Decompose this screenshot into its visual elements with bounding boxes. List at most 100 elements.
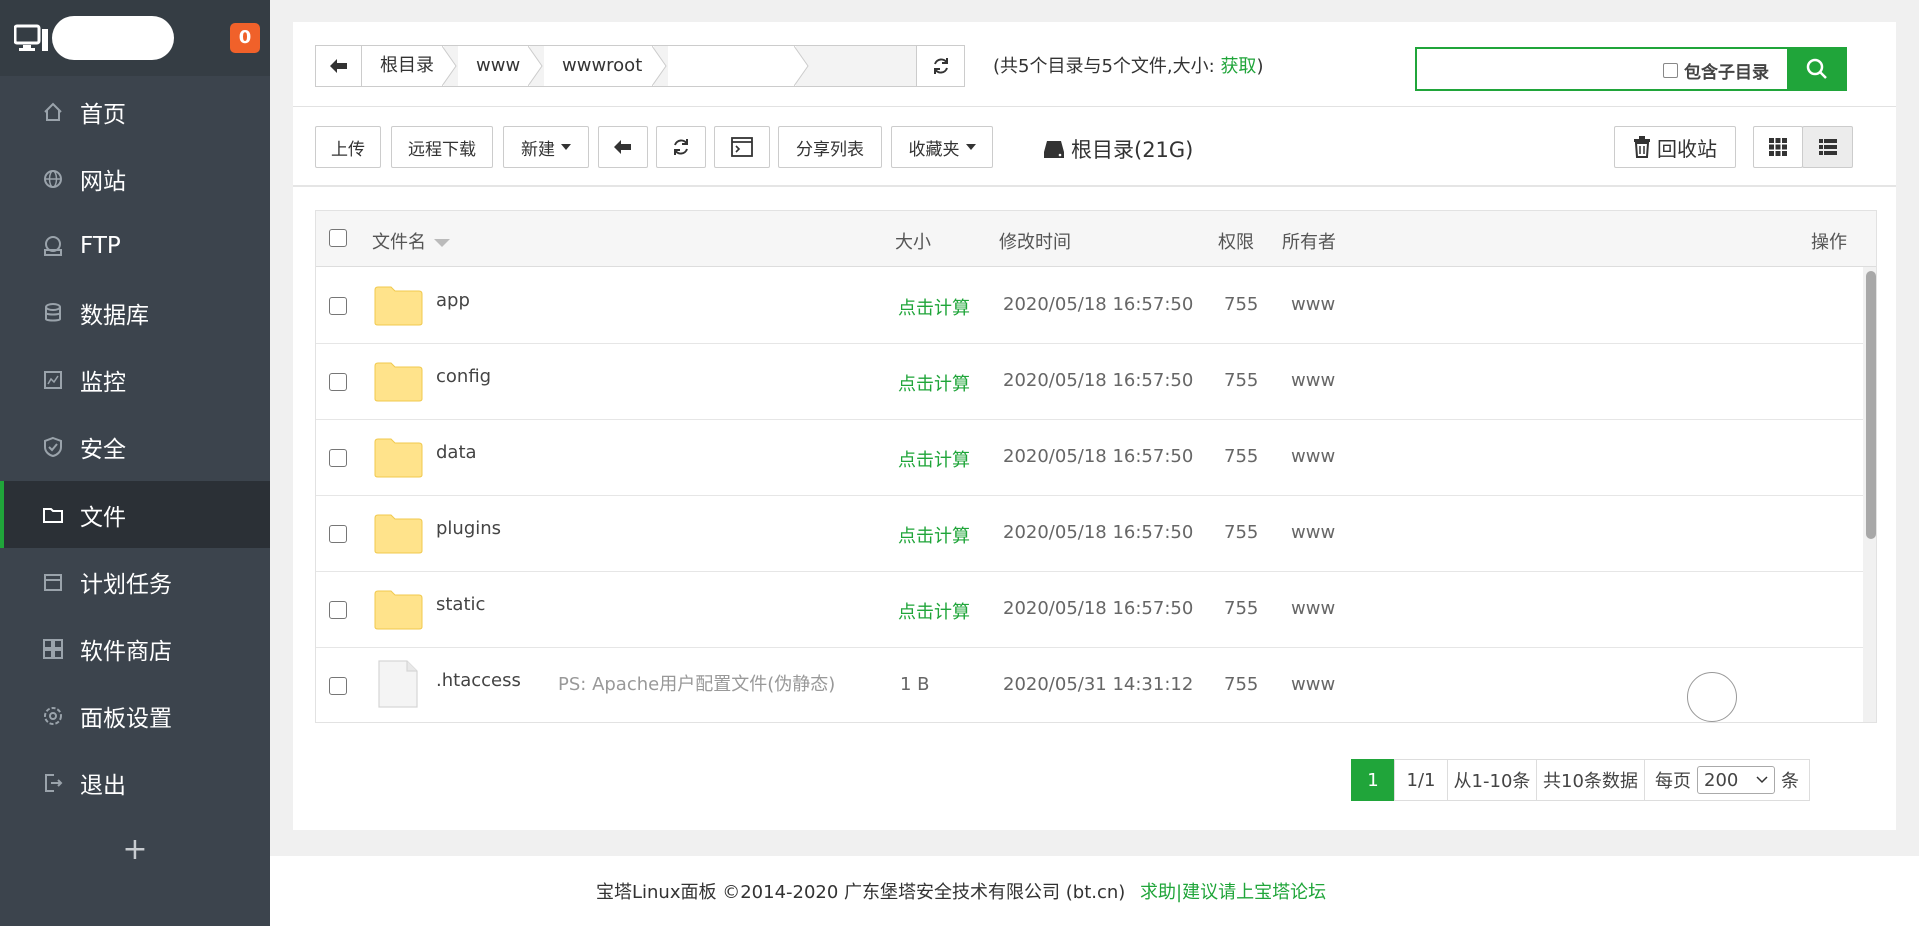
apps-icon <box>38 638 68 660</box>
sidebar-item-settings[interactable]: 面板设置 <box>0 682 270 749</box>
table-row[interactable]: static 点击计算 2020/05/18 16:57:50 755 www <box>316 572 1863 648</box>
include-subdir-checkbox[interactable] <box>1663 63 1678 78</box>
column-header-name[interactable]: 文件名 <box>372 228 450 254</box>
row-checkbox[interactable] <box>329 677 347 695</box>
page-total: 共10条数据 <box>1536 759 1645 801</box>
sidebar-item-website[interactable]: 网站 <box>0 145 270 212</box>
file-name[interactable]: plugins <box>436 518 501 539</box>
terminal-button[interactable] <box>714 126 770 168</box>
disk-selector[interactable]: 根目录(21G) <box>1043 134 1193 164</box>
notification-badge[interactable]: 0 <box>230 23 260 53</box>
folder-icon <box>374 286 423 326</box>
row-checkbox[interactable] <box>329 373 347 391</box>
row-checkbox[interactable] <box>329 525 347 543</box>
table-row[interactable]: config 点击计算 2020/05/18 16:57:50 755 www <box>316 344 1863 420</box>
path-refresh-button[interactable] <box>916 46 964 86</box>
sidebar-item-label: 数据库 <box>80 302 149 329</box>
select-all-checkbox[interactable] <box>329 229 347 247</box>
breadcrumb-item-wwwroot[interactable]: wwwroot <box>544 46 654 86</box>
file-mtime: 2020/05/18 16:57:50 <box>1003 522 1194 543</box>
column-header-size[interactable]: 大小 <box>895 228 931 254</box>
toolbar-back-button[interactable] <box>598 126 648 168</box>
row-checkbox[interactable] <box>329 297 347 315</box>
file-perm[interactable]: 755 <box>1224 294 1258 315</box>
list-view-button[interactable] <box>1802 126 1853 168</box>
file-owner[interactable]: www <box>1291 294 1335 315</box>
sidebar-item-monitor[interactable]: 监控 <box>0 346 270 413</box>
forum-help-link[interactable]: 求助|建议请上宝塔论坛 <box>1140 878 1326 904</box>
calc-size-link[interactable]: 点击计算 <box>898 370 970 396</box>
recycle-bin-button[interactable]: 回收站 <box>1614 126 1736 168</box>
file-perm[interactable]: 755 <box>1224 674 1258 695</box>
table-row[interactable]: app 点击计算 2020/05/18 16:57:50 755 www <box>316 268 1863 344</box>
file-owner[interactable]: www <box>1291 598 1335 619</box>
file-name[interactable]: config <box>436 366 491 387</box>
fetch-size-link[interactable]: 获取 <box>1220 56 1256 77</box>
file-perm[interactable]: 755 <box>1224 370 1258 391</box>
column-header-mtime[interactable]: 修改时间 <box>999 228 1071 254</box>
file-owner[interactable]: www <box>1291 446 1335 467</box>
file-owner[interactable]: www <box>1291 370 1335 391</box>
share-list-button[interactable]: 分享列表 <box>778 126 882 168</box>
new-button[interactable]: 新建 <box>503 126 589 168</box>
sidebar-item-security[interactable]: 安全 <box>0 413 270 480</box>
per-page-select[interactable]: 200 <box>1697 766 1775 794</box>
page-current[interactable]: 1 <box>1351 759 1395 801</box>
shield-icon <box>38 436 68 458</box>
calc-size-link[interactable]: 点击计算 <box>898 522 970 548</box>
sidebar-item-label: 安全 <box>80 436 126 463</box>
favorites-button[interactable]: 收藏夹 <box>891 126 993 168</box>
breadcrumb-item-root[interactable]: 根目录 <box>362 46 444 86</box>
grid-view-button[interactable] <box>1753 126 1803 168</box>
upload-button[interactable]: 上传 <box>315 126 381 168</box>
grid-icon <box>1769 138 1787 156</box>
scrollbar-thumb[interactable] <box>1866 271 1876 539</box>
calc-size-link[interactable]: 点击计算 <box>898 294 970 320</box>
folder-icon <box>38 504 68 526</box>
sidebar-item-home[interactable]: 首页 <box>0 78 270 145</box>
file-perm[interactable]: 755 <box>1224 446 1258 467</box>
table-scrollbar[interactable] <box>1863 267 1876 722</box>
file-name[interactable]: data <box>436 442 477 463</box>
breadcrumb-item-www[interactable]: www <box>458 46 530 86</box>
globe-icon <box>38 168 68 190</box>
gear-icon <box>38 705 68 727</box>
sidebar-item-store[interactable]: 软件商店 <box>0 615 270 682</box>
list-icon <box>1818 139 1837 155</box>
table-row[interactable]: data 点击计算 2020/05/18 16:57:50 755 www <box>316 420 1863 496</box>
file-owner[interactable]: www <box>1291 674 1335 695</box>
file-owner[interactable]: www <box>1291 522 1335 543</box>
calc-size-link[interactable]: 点击计算 <box>898 446 970 472</box>
sidebar-item-label: 计划任务 <box>80 571 172 598</box>
sidebar-item-database[interactable]: 数据库 <box>0 279 270 346</box>
sidebar-item-files[interactable]: 文件 <box>0 481 270 548</box>
file-remark: PS: Apache用户配置文件(伪静态) <box>558 674 836 695</box>
sidebar-item-cron[interactable]: 计划任务 <box>0 548 270 615</box>
table-row[interactable]: plugins 点击计算 2020/05/18 16:57:50 755 www <box>316 496 1863 572</box>
folder-icon <box>374 590 423 630</box>
file-name[interactable]: .htaccess <box>436 670 521 691</box>
path-back-button[interactable] <box>316 46 362 86</box>
file-name[interactable]: app <box>436 290 470 311</box>
search-button[interactable] <box>1787 47 1847 91</box>
row-checkbox[interactable] <box>329 601 347 619</box>
file-name[interactable]: static <box>436 594 485 615</box>
sidebar-item-logout[interactable]: 退出 <box>0 749 270 816</box>
directory-summary: (共5个目录与5个文件,大小: 获取) <box>993 56 1264 77</box>
arrow-left-icon <box>329 59 347 73</box>
file-perm[interactable]: 755 <box>1224 598 1258 619</box>
calc-size-link[interactable]: 点击计算 <box>898 598 970 624</box>
file-perm[interactable]: 755 <box>1224 522 1258 543</box>
table-row[interactable]: .htaccess PS: Apache用户配置文件(伪静态) 1 B 2020… <box>316 648 1863 722</box>
search-input[interactable] <box>1423 53 1653 85</box>
row-checkbox[interactable] <box>329 449 347 467</box>
include-subdir-option[interactable]: 包含子目录 <box>1663 58 1769 83</box>
sidebar-item-ftp[interactable]: FTP <box>0 212 270 279</box>
add-shortcut-button[interactable]: + <box>0 820 270 880</box>
remote-download-button[interactable]: 远程下载 <box>391 126 493 168</box>
per-page-control: 每页 200 条 <box>1644 759 1810 801</box>
toolbar-refresh-button[interactable] <box>656 126 706 168</box>
trash-icon <box>1634 136 1650 158</box>
breadcrumb-item-hidden[interactable] <box>668 46 796 86</box>
terminal-icon <box>731 137 753 157</box>
